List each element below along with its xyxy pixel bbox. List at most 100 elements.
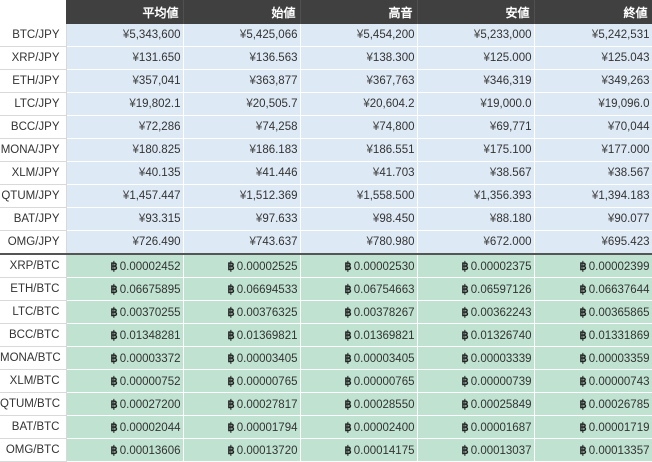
bitcoin-symbol: ฿ — [579, 261, 587, 273]
bitcoin-symbol: ฿ — [461, 284, 469, 296]
price-value: 0.00001719 — [588, 422, 650, 434]
price-value: 0.06597126 — [470, 284, 532, 296]
price-value: 0.00000739 — [470, 376, 532, 388]
price-cell: ฿ 0.06637644 — [534, 277, 652, 301]
bitcoin-symbol: ฿ — [227, 261, 235, 273]
bitcoin-symbol: ฿ — [579, 330, 587, 342]
bitcoin-symbol: ฿ — [227, 422, 235, 434]
price-cell: ¥363,877 — [183, 69, 301, 93]
price-value: 98.450 — [379, 213, 415, 225]
price-cell: ¥186.551 — [300, 138, 418, 162]
bitcoin-symbol: ฿ — [110, 422, 118, 434]
bitcoin-symbol: ฿ — [344, 399, 352, 411]
price-value: 1,558.500 — [363, 190, 415, 202]
price-value: 97.633 — [262, 213, 298, 225]
price-value: 0.00003405 — [353, 353, 415, 365]
price-cell: ฿ 0.00002525 — [183, 254, 301, 278]
price-cell: ¥40.135 — [66, 161, 184, 185]
bitcoin-symbol: ฿ — [110, 284, 118, 296]
price-cell: ฿ 0.00003405 — [300, 346, 418, 370]
price-cell: ฿ 0.00000765 — [183, 369, 301, 393]
table-row: XRP/JPY ¥131.650 ¥136.563 ¥138.300 ¥125.000 ¥… — [0, 46, 652, 70]
price-cell: ¥5,242,531 — [534, 24, 652, 47]
price-value: 138.300 — [372, 52, 415, 64]
price-cell: ฿ 0.00027817 — [183, 392, 301, 416]
price-cell: ¥69,771 — [417, 115, 535, 139]
price-value: 70,044 — [614, 121, 650, 133]
price-cell: ¥19,096.0 — [534, 92, 652, 116]
price-value: 346,319 — [489, 75, 532, 87]
price-value: 0.06675895 — [119, 284, 181, 296]
price-cell: ฿ 0.00003405 — [183, 346, 301, 370]
price-cell: ¥672.000 — [417, 230, 535, 255]
price-cell: ฿ 0.00002044 — [66, 415, 184, 439]
bitcoin-symbol: ฿ — [110, 399, 118, 411]
price-cell: ¥90.077 — [534, 207, 652, 231]
price-table: 平均値 始値 高音 安値 終値 BTC/JPY ¥5,343,600 ¥5,425,… — [0, 0, 652, 462]
price-value: 0.00028550 — [353, 399, 415, 411]
price-value: 177.000 — [607, 144, 650, 156]
price-cell: ฿ 0.00000765 — [300, 369, 418, 393]
price-value: 74,258 — [262, 121, 298, 133]
price-value: 0.00002044 — [119, 422, 181, 434]
price-cell: ฿ 0.00003339 — [417, 346, 535, 370]
table-row: OMG/BTC ฿ 0.00013606 ฿ 0.00013720 ฿ 0.00014175… — [0, 438, 652, 462]
price-cell: ฿ 0.00000752 — [66, 369, 184, 393]
price-cell: ¥177.000 — [534, 138, 652, 162]
price-value: 0.00362243 — [470, 307, 532, 319]
price-value: 0.00000765 — [353, 376, 415, 388]
price-value: 93.315 — [145, 213, 181, 225]
price-value: 0.00001687 — [470, 422, 532, 434]
price-cell: ฿ 0.01369821 — [183, 323, 301, 347]
pair-label: XRP/JPY — [0, 46, 67, 70]
price-cell: ฿ 0.00362243 — [417, 300, 535, 324]
bitcoin-symbol: ฿ — [344, 330, 352, 342]
table-row: XLM/JPY ¥40.135 ¥41.446 ¥41.703 ¥38.567 ¥38.5… — [0, 161, 652, 185]
price-cell: ¥726.490 — [66, 230, 184, 255]
bitcoin-symbol: ฿ — [461, 422, 469, 434]
price-cell: ¥1,356.393 — [417, 184, 535, 208]
pair-label: LTC/BTC — [0, 300, 67, 324]
price-value: 131.650 — [138, 52, 181, 64]
price-value: 0.00027817 — [236, 399, 298, 411]
price-cell: ¥180.825 — [66, 138, 184, 162]
price-value: 0.01331869 — [588, 330, 650, 342]
bitcoin-symbol: ฿ — [227, 353, 235, 365]
price-cell: ฿ 0.00001794 — [183, 415, 301, 439]
price-value: 0.00003372 — [119, 353, 181, 365]
price-value: 38.567 — [614, 167, 650, 179]
price-value: 0.00002525 — [236, 261, 298, 273]
bitcoin-symbol: ฿ — [579, 353, 587, 365]
bitcoin-symbol: ฿ — [344, 445, 352, 457]
table-body: BTC/JPY ¥5,343,600 ¥5,425,066 ¥5,454,200 ¥5,… — [0, 24, 652, 462]
bitcoin-symbol: ฿ — [227, 376, 235, 388]
price-value: 0.00026785 — [588, 399, 650, 411]
bitcoin-symbol: ฿ — [461, 445, 469, 457]
table-row: BCC/JPY ¥72,286 ¥74,258 ¥74,800 ¥69,771 ¥70,0… — [0, 115, 652, 139]
price-value: 0.01369821 — [236, 330, 298, 342]
price-value: 0.00000752 — [119, 376, 181, 388]
price-cell: ¥88.180 — [417, 207, 535, 231]
price-value: 69,771 — [496, 121, 532, 133]
pair-label: OMG/BTC — [0, 438, 67, 462]
price-value: 19,000.0 — [486, 98, 532, 110]
bitcoin-symbol: ฿ — [227, 284, 235, 296]
price-value: 0.06754663 — [353, 284, 415, 296]
price-cell: ฿ 0.06597126 — [417, 277, 535, 301]
table-row: OMG/JPY ¥726.490 ¥743.637 ¥780.980 ¥672.000 ¥… — [0, 230, 652, 255]
bitcoin-symbol: ฿ — [110, 376, 118, 388]
price-cell: ¥41.446 — [183, 161, 301, 185]
bitcoin-symbol: ฿ — [110, 445, 118, 457]
price-cell: ¥1,558.500 — [300, 184, 418, 208]
price-cell: ¥97.633 — [183, 207, 301, 231]
price-cell: ¥74,800 — [300, 115, 418, 139]
pair-label: MONA/BTC — [0, 346, 67, 370]
price-value: 357,041 — [138, 75, 181, 87]
price-cell: ¥70,044 — [534, 115, 652, 139]
price-cell: ¥38.567 — [417, 161, 535, 185]
price-value: 19,802.1 — [135, 98, 181, 110]
price-cell: ฿ 0.00001687 — [417, 415, 535, 439]
price-value: 1,457.447 — [129, 190, 181, 202]
bitcoin-symbol: ฿ — [227, 307, 235, 319]
price-value: 0.00370255 — [119, 307, 181, 319]
